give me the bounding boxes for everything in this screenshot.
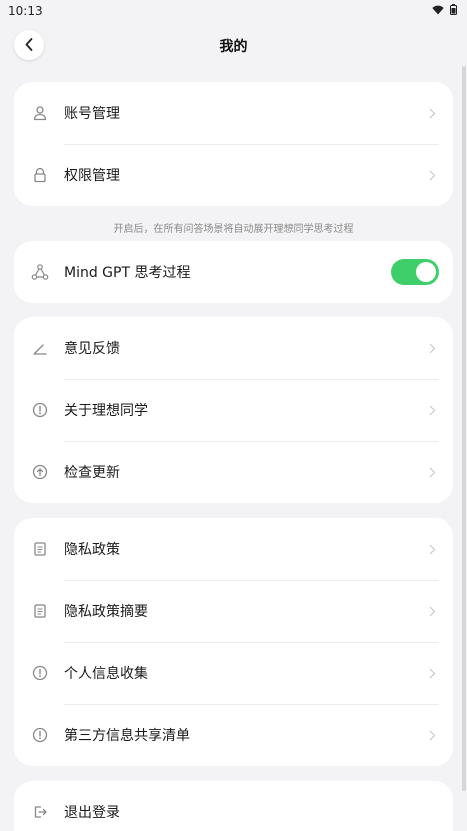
- privacy-card: 隐私政策 隐私政策摘要 个人信息收集 第三方信息共享清单: [14, 518, 453, 766]
- chevron-right-icon: [429, 107, 437, 119]
- mindgpt-thinking-label: Mind GPT 思考过程: [64, 265, 191, 281]
- logout-card: 退出登录: [14, 781, 453, 831]
- permission-management-item[interactable]: 权限管理: [14, 144, 453, 206]
- chevron-right-icon: [429, 543, 437, 555]
- nodes-icon: [31, 263, 49, 281]
- doc-icon: [31, 602, 49, 620]
- scrollbar[interactable]: [462, 66, 466, 791]
- info-icon: [31, 726, 49, 744]
- status-time: 10:13: [8, 4, 43, 18]
- permission-management-label: 权限管理: [64, 168, 120, 184]
- about-label: 关于理想同学: [64, 403, 148, 419]
- back-button[interactable]: [14, 30, 44, 60]
- mindgpt-thinking-toggle[interactable]: [391, 259, 439, 285]
- privacy-summary-item[interactable]: 隐私政策摘要: [14, 580, 453, 642]
- privacy-summary-label: 隐私政策摘要: [64, 604, 148, 620]
- privacy-policy-item[interactable]: 隐私政策: [14, 518, 453, 580]
- toggle-knob: [416, 262, 436, 282]
- status-icons: [432, 4, 457, 18]
- battery-icon: [450, 4, 457, 18]
- logout-icon: [31, 803, 49, 821]
- chevron-left-icon: [25, 36, 33, 55]
- upload-icon: [31, 463, 49, 481]
- user-icon: [31, 104, 49, 122]
- chevron-right-icon: [429, 169, 437, 181]
- privacy-policy-label: 隐私政策: [64, 542, 120, 558]
- third-party-sharing-label: 第三方信息共享清单: [64, 728, 190, 744]
- chevron-right-icon: [429, 729, 437, 741]
- info-icon: [31, 401, 49, 419]
- logout-item[interactable]: 退出登录: [14, 781, 453, 831]
- third-party-sharing-item[interactable]: 第三方信息共享清单: [14, 704, 453, 766]
- info-icon: [31, 664, 49, 682]
- about-card: 意见反馈 关于理想同学 检查更新: [14, 317, 453, 503]
- feedback-label: 意见反馈: [64, 341, 120, 357]
- lock-icon: [31, 166, 49, 184]
- page-header: 我的: [0, 26, 467, 66]
- page-title: 我的: [219, 39, 248, 55]
- doc-icon: [31, 540, 49, 558]
- account-management-label: 账号管理: [64, 106, 120, 122]
- mindgpt-thinking-item: Mind GPT 思考过程: [14, 241, 453, 303]
- check-update-item[interactable]: 检查更新: [14, 441, 453, 503]
- about-item[interactable]: 关于理想同学: [14, 379, 453, 441]
- feedback-item[interactable]: 意见反馈: [14, 317, 453, 379]
- status-bar: 10:13: [0, 0, 467, 22]
- wifi-icon: [432, 4, 444, 18]
- chevron-right-icon: [429, 667, 437, 679]
- pen-icon: [31, 339, 49, 357]
- check-update-label: 检查更新: [64, 465, 120, 481]
- logout-label: 退出登录: [64, 805, 120, 821]
- chevron-right-icon: [429, 404, 437, 416]
- personal-info-collection-item[interactable]: 个人信息收集: [14, 642, 453, 704]
- chevron-right-icon: [429, 342, 437, 354]
- mindgpt-hint-text: 开启后，在所有问答场景将自动展开理想同学思考过程: [113, 224, 354, 235]
- personal-info-collection-label: 个人信息收集: [64, 666, 148, 682]
- account-card: 账号管理 权限管理: [14, 82, 453, 206]
- chevron-right-icon: [429, 605, 437, 617]
- chevron-right-icon: [429, 466, 437, 478]
- mindgpt-card: Mind GPT 思考过程: [14, 241, 453, 303]
- account-management-item[interactable]: 账号管理: [14, 82, 453, 144]
